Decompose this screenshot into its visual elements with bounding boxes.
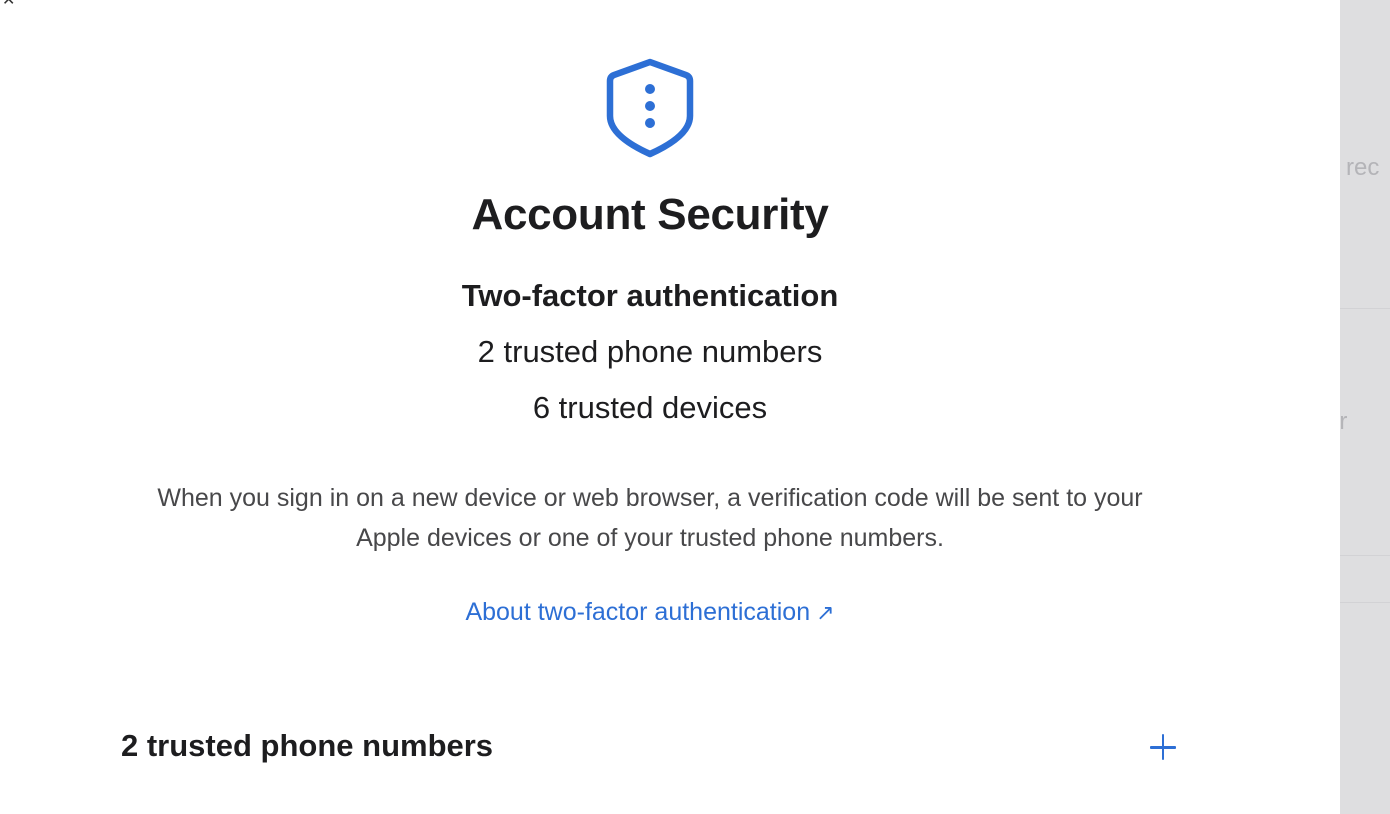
about-two-factor-link-label[interactable]: About two-factor authentication [465, 598, 810, 626]
background-divider [1340, 555, 1390, 556]
background-window: o rec er [1340, 0, 1390, 814]
page-title: Account Security [471, 190, 829, 239]
trusted-phones-section-heading: 2 trusted phone numbers [121, 728, 494, 763]
external-link-arrow-icon: ↗ [816, 600, 835, 625]
background-text-top: o rec [1340, 154, 1380, 181]
two-factor-description: When you sign in on a new device or web … [157, 484, 1143, 552]
add-phone-number-button[interactable] [1146, 730, 1180, 764]
trusted-phone-count: 2 trusted phone numbers [477, 334, 823, 369]
about-two-factor-link[interactable]: About two-factor authentication ↗ [0, 598, 1300, 627]
shield-ellipsis-icon [606, 58, 694, 158]
two-factor-heading: Two-factor authentication [461, 278, 839, 313]
background-text-middle: er [1340, 408, 1348, 435]
background-divider [1340, 308, 1390, 309]
close-icon[interactable]: ✕ [2, 0, 15, 10]
account-security-sheet: ✕ Account Security Two-factor authentica… [0, 0, 1340, 814]
background-divider [1340, 602, 1390, 603]
trusted-device-count: 6 trusted devices [532, 390, 768, 425]
